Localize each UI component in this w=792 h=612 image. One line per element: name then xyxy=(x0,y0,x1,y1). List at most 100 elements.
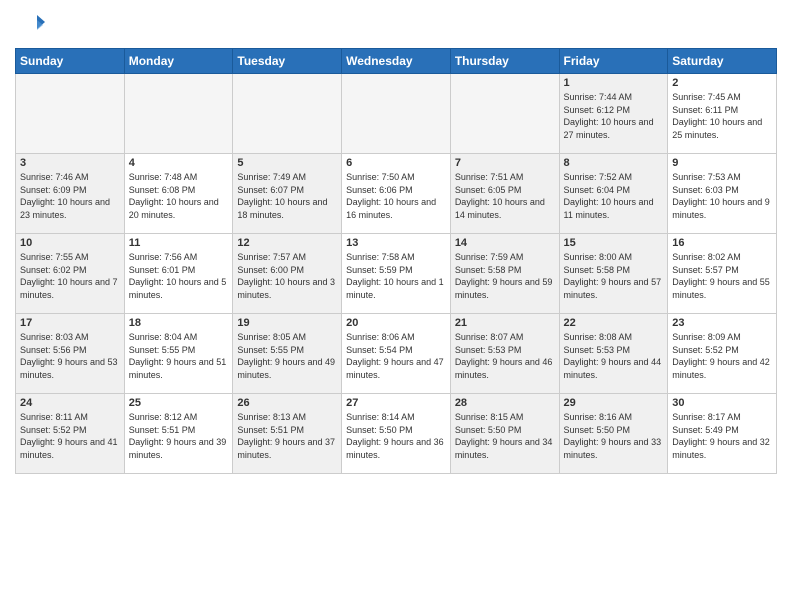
day-number: 27 xyxy=(346,397,446,409)
day-info: Sunrise: 7:50 AM Sunset: 6:06 PM Dayligh… xyxy=(346,171,446,221)
day-info: Sunrise: 8:16 AM Sunset: 5:50 PM Dayligh… xyxy=(564,411,664,461)
day-number: 2 xyxy=(672,77,772,89)
day-number: 1 xyxy=(564,77,664,89)
day-info: Sunrise: 7:49 AM Sunset: 6:07 PM Dayligh… xyxy=(237,171,337,221)
calendar-cell: 3 Sunrise: 7:46 AM Sunset: 6:09 PM Daylig… xyxy=(16,154,125,234)
week-row-1: 1 Sunrise: 7:44 AM Sunset: 6:12 PM Daylig… xyxy=(16,74,777,154)
day-info: Sunrise: 7:51 AM Sunset: 6:05 PM Dayligh… xyxy=(455,171,555,221)
calendar-cell: 20 Sunrise: 8:06 AM Sunset: 5:54 PM Dayli… xyxy=(342,314,451,394)
day-number: 5 xyxy=(237,157,337,169)
calendar-cell xyxy=(124,74,233,154)
day-info: Sunrise: 8:04 AM Sunset: 5:55 PM Dayligh… xyxy=(129,331,229,381)
day-number: 19 xyxy=(237,317,337,329)
day-number: 15 xyxy=(564,237,664,249)
calendar-cell: 8 Sunrise: 7:52 AM Sunset: 6:04 PM Daylig… xyxy=(559,154,668,234)
calendar-cell: 28 Sunrise: 8:15 AM Sunset: 5:50 PM Dayli… xyxy=(450,394,559,474)
calendar-cell: 24 Sunrise: 8:11 AM Sunset: 5:52 PM Dayli… xyxy=(16,394,125,474)
calendar-cell xyxy=(16,74,125,154)
day-info: Sunrise: 7:46 AM Sunset: 6:09 PM Dayligh… xyxy=(20,171,120,221)
calendar-cell: 6 Sunrise: 7:50 AM Sunset: 6:06 PM Daylig… xyxy=(342,154,451,234)
week-row-5: 24 Sunrise: 8:11 AM Sunset: 5:52 PM Dayli… xyxy=(16,394,777,474)
calendar-cell: 21 Sunrise: 8:07 AM Sunset: 5:53 PM Dayli… xyxy=(450,314,559,394)
day-number: 20 xyxy=(346,317,446,329)
week-row-4: 17Sunrise: 8:03 AM Sunset: 5:56 PM Dayli… xyxy=(16,314,777,394)
calendar-cell: 23Sunrise: 8:09 AM Sunset: 5:52 PM Dayli… xyxy=(668,314,777,394)
day-number: 25 xyxy=(129,397,229,409)
day-number: 16 xyxy=(672,237,772,249)
calendar-cell: 15 Sunrise: 8:00 AM Sunset: 5:58 PM Dayli… xyxy=(559,234,668,314)
day-info: Sunrise: 7:58 AM Sunset: 5:59 PM Dayligh… xyxy=(346,251,446,301)
logo-icon xyxy=(15,10,45,40)
calendar-cell: 25 Sunrise: 8:12 AM Sunset: 5:51 PM Dayli… xyxy=(124,394,233,474)
day-info: Sunrise: 7:52 AM Sunset: 6:04 PM Dayligh… xyxy=(564,171,664,221)
calendar-cell: 10Sunrise: 7:55 AM Sunset: 6:02 PM Dayli… xyxy=(16,234,125,314)
calendar-cell: 11Sunrise: 7:56 AM Sunset: 6:01 PM Dayli… xyxy=(124,234,233,314)
day-info: Sunrise: 8:07 AM Sunset: 5:53 PM Dayligh… xyxy=(455,331,555,381)
day-info: Sunrise: 8:00 AM Sunset: 5:58 PM Dayligh… xyxy=(564,251,664,301)
calendar-cell: 17Sunrise: 8:03 AM Sunset: 5:56 PM Dayli… xyxy=(16,314,125,394)
weekday-thursday: Thursday xyxy=(450,49,559,74)
calendar-cell: 4Sunrise: 7:48 AM Sunset: 6:08 PM Daylig… xyxy=(124,154,233,234)
day-info: Sunrise: 8:13 AM Sunset: 5:51 PM Dayligh… xyxy=(237,411,337,461)
calendar-cell: 9 Sunrise: 7:53 AM Sunset: 6:03 PM Daylig… xyxy=(668,154,777,234)
calendar-cell: 14Sunrise: 7:59 AM Sunset: 5:58 PM Dayli… xyxy=(450,234,559,314)
calendar-cell xyxy=(342,74,451,154)
day-number: 8 xyxy=(564,157,664,169)
calendar-cell: 12 Sunrise: 7:57 AM Sunset: 6:00 PM Dayli… xyxy=(233,234,342,314)
day-info: Sunrise: 7:57 AM Sunset: 6:00 PM Dayligh… xyxy=(237,251,337,301)
weekday-wednesday: Wednesday xyxy=(342,49,451,74)
day-info: Sunrise: 8:06 AM Sunset: 5:54 PM Dayligh… xyxy=(346,331,446,381)
day-number: 13 xyxy=(346,237,446,249)
day-number: 24 xyxy=(20,397,120,409)
day-info: Sunrise: 7:44 AM Sunset: 6:12 PM Dayligh… xyxy=(564,91,664,141)
day-number: 7 xyxy=(455,157,555,169)
calendar-cell: 13 Sunrise: 7:58 AM Sunset: 5:59 PM Dayli… xyxy=(342,234,451,314)
day-number: 28 xyxy=(455,397,555,409)
calendar-cell: 26Sunrise: 8:13 AM Sunset: 5:51 PM Dayli… xyxy=(233,394,342,474)
calendar-cell xyxy=(233,74,342,154)
day-info: Sunrise: 8:08 AM Sunset: 5:53 PM Dayligh… xyxy=(564,331,664,381)
weekday-friday: Friday xyxy=(559,49,668,74)
calendar-cell: 16 Sunrise: 8:02 AM Sunset: 5:57 PM Dayli… xyxy=(668,234,777,314)
calendar-cell: 27Sunrise: 8:14 AM Sunset: 5:50 PM Dayli… xyxy=(342,394,451,474)
weekday-saturday: Saturday xyxy=(668,49,777,74)
day-number: 6 xyxy=(346,157,446,169)
calendar-cell: 29 Sunrise: 8:16 AM Sunset: 5:50 PM Dayli… xyxy=(559,394,668,474)
weekday-monday: Monday xyxy=(124,49,233,74)
day-info: Sunrise: 8:03 AM Sunset: 5:56 PM Dayligh… xyxy=(20,331,120,381)
day-number: 29 xyxy=(564,397,664,409)
day-info: Sunrise: 8:02 AM Sunset: 5:57 PM Dayligh… xyxy=(672,251,772,301)
day-number: 21 xyxy=(455,317,555,329)
logo xyxy=(15,10,49,40)
day-number: 22 xyxy=(564,317,664,329)
day-number: 30 xyxy=(672,397,772,409)
calendar-cell: 2 Sunrise: 7:45 AM Sunset: 6:11 PM Daylig… xyxy=(668,74,777,154)
day-number: 4 xyxy=(129,157,229,169)
calendar-cell: 30 Sunrise: 8:17 AM Sunset: 5:49 PM Dayli… xyxy=(668,394,777,474)
day-number: 14 xyxy=(455,237,555,249)
day-info: Sunrise: 8:17 AM Sunset: 5:49 PM Dayligh… xyxy=(672,411,772,461)
day-info: Sunrise: 8:15 AM Sunset: 5:50 PM Dayligh… xyxy=(455,411,555,461)
day-number: 3 xyxy=(20,157,120,169)
day-number: 12 xyxy=(237,237,337,249)
main-container: SundayMondayTuesdayWednesdayThursdayFrid… xyxy=(0,0,792,484)
day-number: 9 xyxy=(672,157,772,169)
day-info: Sunrise: 8:12 AM Sunset: 5:51 PM Dayligh… xyxy=(129,411,229,461)
day-number: 18 xyxy=(129,317,229,329)
day-info: Sunrise: 8:09 AM Sunset: 5:52 PM Dayligh… xyxy=(672,331,772,381)
week-row-3: 10Sunrise: 7:55 AM Sunset: 6:02 PM Dayli… xyxy=(16,234,777,314)
weekday-sunday: Sunday xyxy=(16,49,125,74)
week-row-2: 3 Sunrise: 7:46 AM Sunset: 6:09 PM Daylig… xyxy=(16,154,777,234)
day-info: Sunrise: 7:53 AM Sunset: 6:03 PM Dayligh… xyxy=(672,171,772,221)
day-number: 11 xyxy=(129,237,229,249)
calendar-cell xyxy=(450,74,559,154)
weekday-tuesday: Tuesday xyxy=(233,49,342,74)
calendar-cell: 18 Sunrise: 8:04 AM Sunset: 5:55 PM Dayli… xyxy=(124,314,233,394)
day-info: Sunrise: 8:11 AM Sunset: 5:52 PM Dayligh… xyxy=(20,411,120,461)
calendar-cell: 19 Sunrise: 8:05 AM Sunset: 5:55 PM Dayli… xyxy=(233,314,342,394)
day-info: Sunrise: 7:45 AM Sunset: 6:11 PM Dayligh… xyxy=(672,91,772,141)
day-number: 10 xyxy=(20,237,120,249)
header xyxy=(15,10,777,40)
calendar-cell: 1 Sunrise: 7:44 AM Sunset: 6:12 PM Daylig… xyxy=(559,74,668,154)
day-info: Sunrise: 8:05 AM Sunset: 5:55 PM Dayligh… xyxy=(237,331,337,381)
